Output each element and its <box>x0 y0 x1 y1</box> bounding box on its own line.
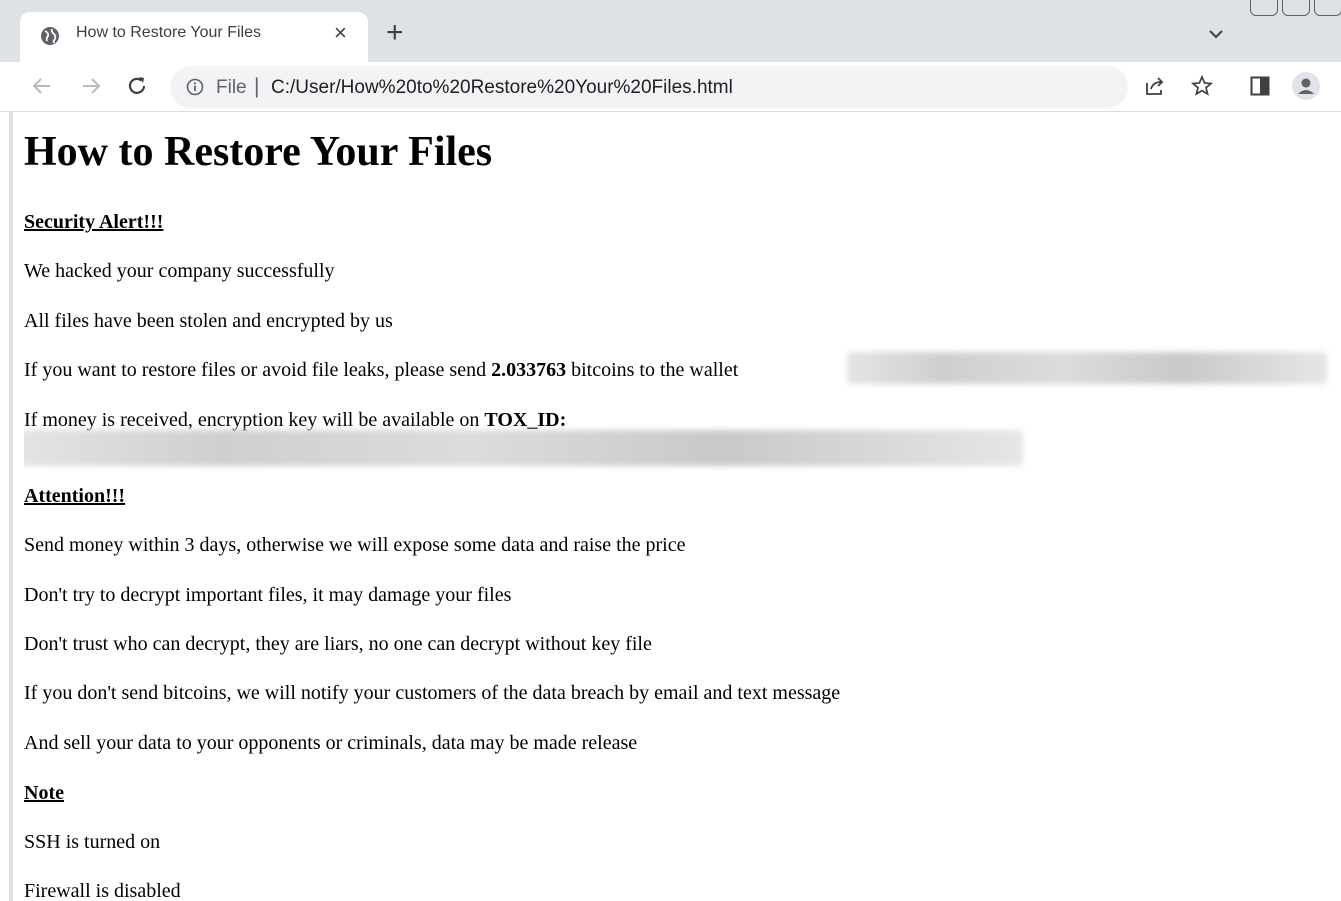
window-left-edge <box>9 8 13 901</box>
tox-id-line: If money is received, encryption key wil… <box>24 409 566 432</box>
attention-item: If you don't send bitcoins, we will noti… <box>24 682 841 704</box>
arrow-left-icon[interactable] <box>30 74 54 98</box>
window-controls <box>1248 0 1341 20</box>
message-line: All files have been stolen and encrypted… <box>24 310 393 332</box>
tox-text-pre: If money is received, encryption key wil… <box>24 409 485 431</box>
browser-toolbar: File | C:/User/How%20to%20Restore%20Your… <box>0 62 1341 112</box>
ransom-text-post: bitcoins to the wallet <box>566 359 739 381</box>
attention-item: Don't try to decrypt important files, it… <box>24 584 512 606</box>
message-line: We hacked your company successfully <box>24 260 335 282</box>
minimize-button[interactable] <box>1250 0 1278 16</box>
new-tab-button[interactable]: + <box>386 18 404 48</box>
ransom-text-pre: If you want to restore files or avoid fi… <box>24 359 492 381</box>
attention-item: Don't trust who can decrypt, they are li… <box>24 633 652 655</box>
site-scheme-label: File <box>216 77 247 98</box>
chevron-down-icon[interactable] <box>1207 28 1225 40</box>
tab-strip: How to Restore Your Files × + <box>0 0 1341 62</box>
attention-item: And sell your data to your opponents or … <box>24 732 638 754</box>
redacted-wallet-address <box>847 352 1327 384</box>
attention-item: Send money within 3 days, otherwise we w… <box>24 534 686 556</box>
profile-icon[interactable] <box>1292 72 1320 100</box>
redacted-tox-id <box>24 430 1023 466</box>
url-text[interactable]: C:/User/How%20to%20Restore%20Your%20File… <box>271 77 733 99</box>
side-panel-icon[interactable] <box>1248 74 1272 98</box>
note-heading: Note <box>24 782 64 804</box>
close-window-button[interactable] <box>1314 0 1341 16</box>
security-alert-heading: Security Alert!!! <box>24 211 164 233</box>
star-icon[interactable] <box>1190 74 1214 98</box>
browser-tab[interactable]: How to Restore Your Files × <box>20 12 368 62</box>
tab-close-button[interactable]: × <box>334 22 347 44</box>
arrow-right-icon[interactable] <box>79 74 103 98</box>
address-bar[interactable]: File | C:/User/How%20to%20Restore%20Your… <box>170 66 1128 108</box>
attention-heading: Attention!!! <box>24 485 126 507</box>
globe-icon <box>41 27 59 45</box>
note-item: Firewall is disabled <box>24 880 181 901</box>
info-icon[interactable] <box>186 78 204 96</box>
ransom-amount: 2.033763 <box>491 359 567 381</box>
tab-title: How to Restore Your Files <box>76 24 261 41</box>
tox-id-label: TOX_ID: <box>484 409 567 431</box>
maximize-button[interactable] <box>1282 0 1310 16</box>
page-title: How to Restore Your Files <box>24 129 493 175</box>
ransom-amount-line: If you want to restore files or avoid fi… <box>24 359 738 382</box>
address-separator: | <box>254 75 260 98</box>
page-content: How to Restore Your Files Security Alert… <box>24 112 1334 901</box>
note-item: SSH is turned on <box>24 831 161 853</box>
reload-icon[interactable] <box>125 74 149 98</box>
share-icon[interactable] <box>1143 74 1167 98</box>
